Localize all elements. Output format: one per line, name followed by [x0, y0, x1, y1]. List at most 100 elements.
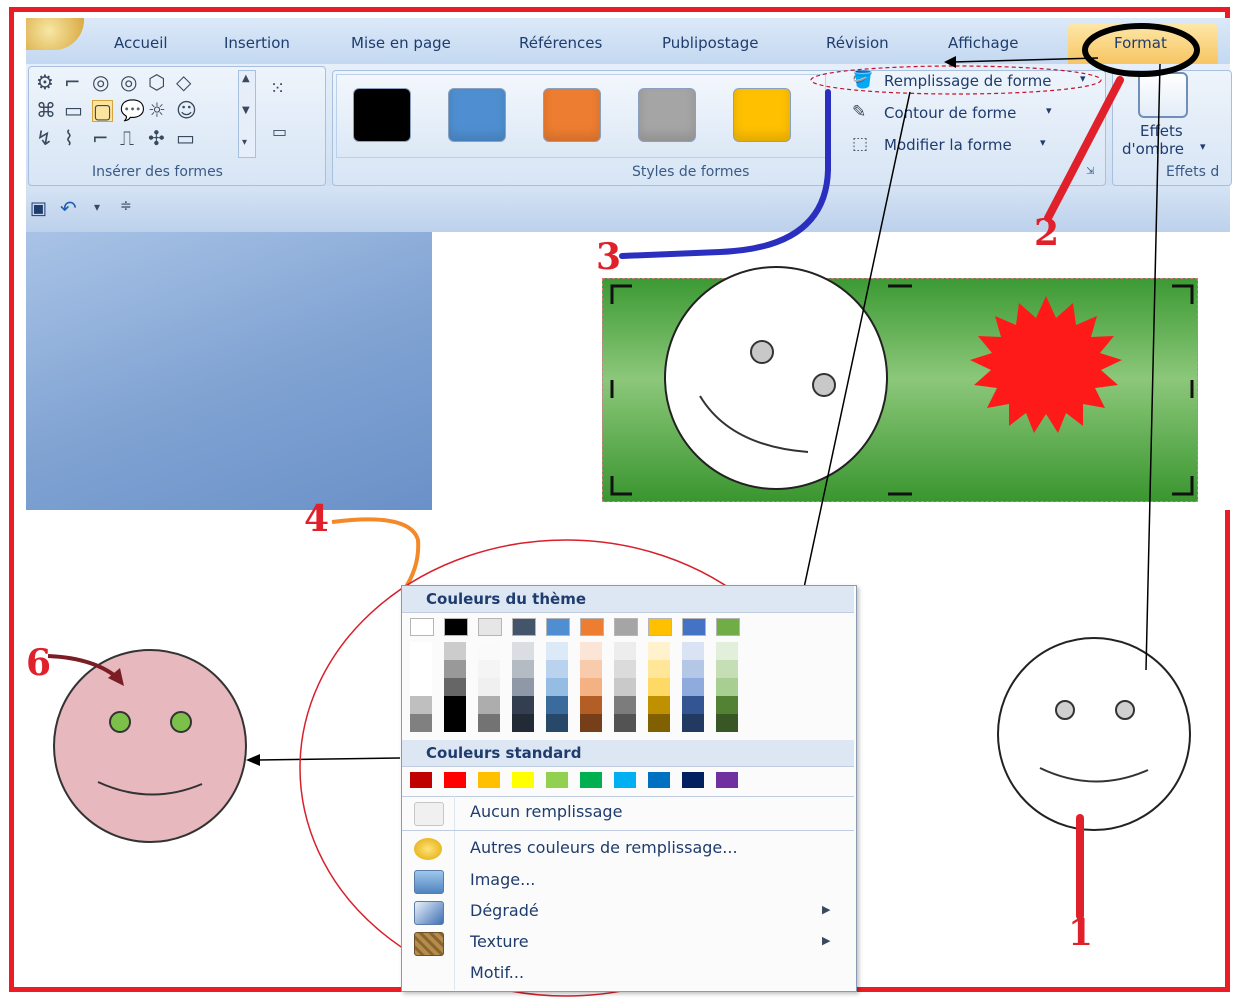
theme-shade-swatch[interactable]: [648, 696, 670, 714]
theme-shade-swatch[interactable]: [614, 642, 636, 660]
theme-shade-swatch[interactable]: [410, 678, 432, 696]
gradient-icon: [414, 901, 444, 925]
no-fill-item[interactable]: Aucun remplissage: [402, 798, 854, 828]
theme-shade-swatch[interactable]: [580, 678, 602, 696]
theme-shade-swatch[interactable]: [512, 660, 534, 678]
gradient-fill-item[interactable]: Dégradé ▶: [402, 897, 854, 927]
theme-shade-swatch[interactable]: [444, 642, 466, 660]
theme-shade-swatch[interactable]: [478, 660, 500, 678]
gradient-fill-label: Dégradé: [470, 901, 539, 920]
theme-color-swatch[interactable]: [512, 618, 536, 636]
picture-fill-item[interactable]: Image...: [402, 866, 854, 896]
submenu-arrow-icon: ▶: [822, 903, 831, 916]
menu-divider: [402, 830, 854, 831]
theme-shade-swatch[interactable]: [682, 714, 704, 732]
theme-shade-swatch[interactable]: [682, 642, 704, 660]
theme-color-swatch[interactable]: [682, 618, 706, 636]
theme-color-swatch[interactable]: [580, 618, 604, 636]
annotation-number-1: 1: [1068, 912, 1094, 954]
theme-shade-swatch[interactable]: [410, 660, 432, 678]
menu-divider: [402, 796, 854, 797]
theme-shade-swatch[interactable]: [546, 678, 568, 696]
theme-shade-swatch[interactable]: [546, 696, 568, 714]
annotation-number-3: 3: [596, 236, 622, 278]
theme-shade-swatch[interactable]: [716, 642, 738, 660]
theme-shade-swatch[interactable]: [512, 642, 534, 660]
more-fill-colors-item[interactable]: Autres couleurs de remplissage...: [402, 834, 854, 864]
theme-color-swatch[interactable]: [444, 618, 468, 636]
theme-shade-swatch[interactable]: [512, 678, 534, 696]
theme-shade-swatch[interactable]: [580, 714, 602, 732]
theme-shade-swatch[interactable]: [444, 678, 466, 696]
theme-color-swatch[interactable]: [546, 618, 570, 636]
theme-shade-swatch[interactable]: [682, 678, 704, 696]
theme-shade-swatch[interactable]: [410, 696, 432, 714]
standard-color-swatch[interactable]: [648, 772, 670, 788]
theme-shade-swatch[interactable]: [682, 660, 704, 678]
theme-shade-swatch[interactable]: [478, 642, 500, 660]
theme-shade-swatch[interactable]: [648, 642, 670, 660]
theme-shade-swatch[interactable]: [478, 678, 500, 696]
palette-icon: [414, 838, 442, 860]
theme-colors-header: Couleurs du thème: [402, 586, 854, 613]
picture-icon: [414, 870, 444, 894]
standard-color-swatch[interactable]: [682, 772, 704, 788]
star-shape: [970, 296, 1122, 433]
theme-color-swatch[interactable]: [410, 618, 434, 636]
theme-shade-swatch[interactable]: [716, 678, 738, 696]
annotation-number-4: 4: [304, 498, 330, 540]
smiley-shape: [664, 266, 888, 490]
theme-color-swatch[interactable]: [716, 618, 740, 636]
standard-color-swatch[interactable]: [716, 772, 738, 788]
theme-shade-swatch[interactable]: [546, 660, 568, 678]
theme-color-swatch[interactable]: [648, 618, 672, 636]
theme-shade-swatch[interactable]: [512, 714, 534, 732]
theme-shade-swatch[interactable]: [716, 714, 738, 732]
no-fill-icon: [414, 802, 444, 826]
standard-color-swatch[interactable]: [546, 772, 568, 788]
theme-color-swatch[interactable]: [614, 618, 638, 636]
theme-shade-swatch[interactable]: [546, 642, 568, 660]
theme-shade-swatch[interactable]: [682, 696, 704, 714]
standard-colors-label: Couleurs standard: [426, 744, 582, 762]
standard-color-swatch[interactable]: [444, 772, 466, 788]
standard-color-swatch[interactable]: [580, 772, 602, 788]
theme-color-swatch[interactable]: [478, 618, 502, 636]
annotation-number-6: 6: [26, 642, 52, 684]
theme-shade-swatch[interactable]: [716, 696, 738, 714]
theme-shade-swatch[interactable]: [648, 714, 670, 732]
theme-shade-swatch[interactable]: [444, 714, 466, 732]
pattern-fill-item[interactable]: Motif...: [402, 959, 854, 989]
theme-shade-swatch[interactable]: [614, 714, 636, 732]
theme-shade-swatch[interactable]: [648, 678, 670, 696]
theme-shade-swatch[interactable]: [444, 696, 466, 714]
standard-color-swatch[interactable]: [614, 772, 636, 788]
texture-fill-label: Texture: [470, 932, 529, 951]
plain-smiley-shape: [997, 637, 1191, 831]
texture-fill-item[interactable]: Texture ▶: [402, 928, 854, 958]
theme-shade-swatch[interactable]: [410, 714, 432, 732]
theme-shade-swatch[interactable]: [648, 660, 670, 678]
theme-shade-swatch[interactable]: [580, 642, 602, 660]
theme-shade-swatch[interactable]: [580, 696, 602, 714]
theme-shade-swatch[interactable]: [716, 660, 738, 678]
standard-colors-header: Couleurs standard: [402, 740, 854, 767]
theme-shade-swatch[interactable]: [580, 660, 602, 678]
theme-colors-label: Couleurs du thème: [426, 590, 586, 608]
theme-shade-swatch[interactable]: [512, 696, 534, 714]
theme-shade-swatch[interactable]: [410, 642, 432, 660]
textured-smiley-shape: [53, 649, 247, 843]
no-fill-label: Aucun remplissage: [470, 802, 623, 821]
standard-color-swatch[interactable]: [512, 772, 534, 788]
theme-shade-swatch[interactable]: [478, 696, 500, 714]
pattern-fill-label: Motif...: [470, 963, 525, 982]
picture-fill-label: Image...: [470, 870, 536, 889]
theme-shade-swatch[interactable]: [478, 714, 500, 732]
theme-shade-swatch[interactable]: [614, 678, 636, 696]
standard-color-swatch[interactable]: [410, 772, 432, 788]
theme-shade-swatch[interactable]: [614, 660, 636, 678]
standard-color-swatch[interactable]: [478, 772, 500, 788]
theme-shade-swatch[interactable]: [444, 660, 466, 678]
theme-shade-swatch[interactable]: [614, 696, 636, 714]
theme-shade-swatch[interactable]: [546, 714, 568, 732]
